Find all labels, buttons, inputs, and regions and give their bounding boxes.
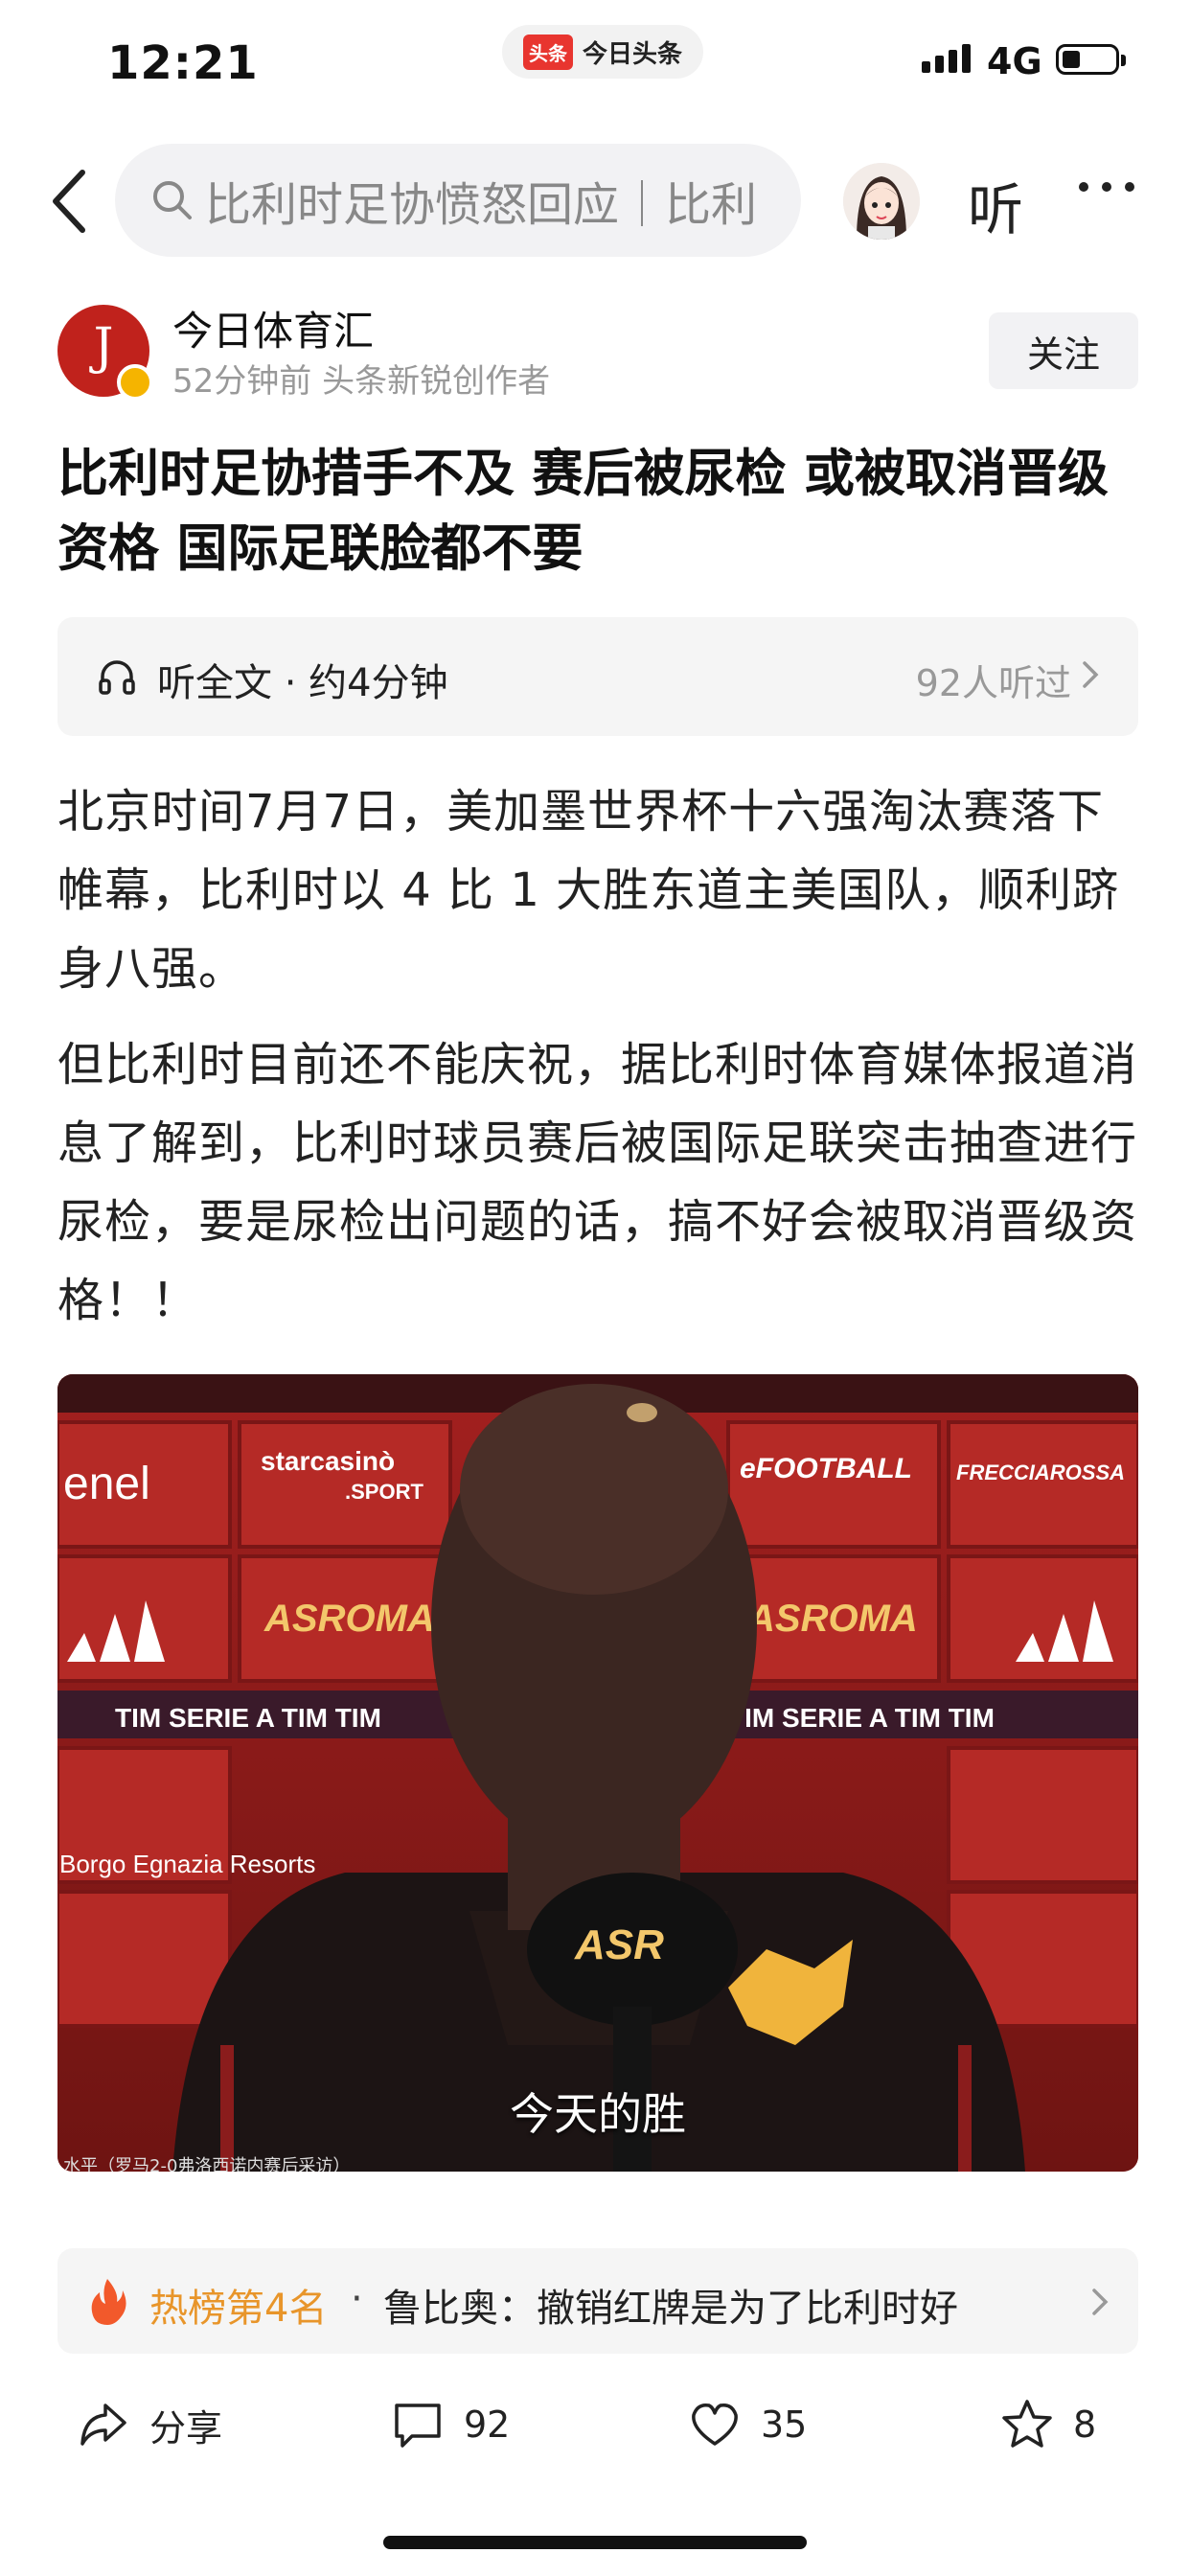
search-query: 比利时足协愤怒回应｜比利	[205, 178, 758, 232]
article-image[interactable]: enel starcasinò .SPORT eFOOTBALL FRECCIA…	[57, 1374, 1138, 2172]
chevron-right-icon	[1092, 2288, 1109, 2315]
svg-text:ASR: ASR	[574, 1921, 664, 1968]
cellular-signal-icon	[922, 44, 971, 73]
hot-separator: ·	[351, 2277, 363, 2321]
svg-text:ASROMA: ASROMA	[263, 1598, 435, 1640]
share-icon	[80, 2404, 126, 2446]
listen-count: 92人听过	[915, 662, 1071, 704]
press-conference-photo: enel starcasinò .SPORT eFOOTBALL FRECCIA…	[57, 1374, 1138, 2172]
author-avatar[interactable]: J	[57, 305, 153, 401]
article-paragraph: 北京时间7月7日，美加墨世界杯十六强淘汰赛落下帷幕，比利时以 4 比 1 大胜东…	[57, 785, 1120, 996]
svg-text:Borgo Egnazia Resorts: Borgo Egnazia Resorts	[59, 1850, 315, 1878]
status-bar: 12:21 头条 今日头条 4G	[0, 0, 1190, 125]
svg-text:ASROMA: ASROMA	[746, 1598, 918, 1640]
follow-button[interactable]: 关注	[989, 312, 1138, 389]
back-arrow-icon[interactable]	[44, 165, 102, 238]
svg-text:TIM SERIE A TIM TIM: TIM SERIE A TIM TIM	[728, 1703, 995, 1733]
status-time: 12:21	[107, 36, 259, 90]
article-title: 比利时足协措手不及 赛后被尿检 或被取消晋级资格 国际足联脸都不要	[57, 445, 1109, 578]
network-type: 4G	[987, 40, 1042, 82]
favorite-count: 8	[1073, 2404, 1097, 2446]
app-badge: 头条 今日头条	[502, 25, 704, 79]
headphone-icon	[99, 660, 135, 695]
image-credit: 水平（罗马2-0弗洛西诺内赛后采访）	[63, 2156, 351, 2172]
listen-button[interactable]: 听	[968, 165, 1023, 245]
hot-list-bar[interactable]: 热榜第4名 · 鲁比奥：撤销红牌是为了比利时好	[57, 2248, 1138, 2354]
app-logo: 头条	[523, 34, 573, 70]
star-icon	[1002, 2400, 1052, 2448]
svg-text:FRECCIAROSSA: FRECCIAROSSA	[956, 1460, 1125, 1484]
share-button[interactable]: 分享	[77, 2398, 222, 2451]
svg-text:starcasinò: starcasinò	[261, 1446, 395, 1476]
app-name: 今日头条	[583, 39, 683, 69]
favorite-button[interactable]: 8	[1000, 2398, 1096, 2451]
svg-text:.SPORT: .SPORT	[345, 1480, 423, 1504]
fire-icon	[91, 2279, 126, 2325]
more-options-icon[interactable]	[1079, 182, 1134, 192]
listen-label: 听全文 · 约4分钟	[157, 661, 448, 705]
video-subtitle: 今天的胜	[510, 2088, 686, 2140]
share-label: 分享	[149, 2406, 223, 2450]
comment-count: 92	[464, 2404, 511, 2446]
svg-text:enel: enel	[63, 1459, 150, 1509]
like-button[interactable]: 35	[688, 2398, 807, 2451]
author-meta: 52分钟前 头条新锐创作者	[172, 362, 551, 401]
action-bar: 分享 92 35 8	[0, 2380, 1190, 2476]
hot-headline: 鲁比奥：撤销红牌是为了比利时好	[383, 2287, 958, 2331]
search-icon	[153, 181, 192, 219]
comment-icon	[395, 2404, 441, 2448]
cartoon-avatar-icon	[843, 163, 920, 240]
battery-icon	[1056, 44, 1126, 75]
search-input[interactable]: 比利时足协愤怒回应｜比利	[115, 144, 801, 257]
listen-full-text-bar[interactable]: 听全文 · 约4分钟 92人听过	[57, 617, 1138, 736]
article-paragraph: 但比利时目前还不能庆祝，据比利时体育媒体报道消息了解到，比利时球员赛后被国际足联…	[57, 1038, 1138, 1327]
hot-rank: 热榜第4名	[149, 2287, 328, 2331]
home-indicator[interactable]	[383, 2536, 807, 2549]
author-name[interactable]: 今日体育汇	[172, 299, 374, 357]
chevron-right-icon	[1083, 661, 1099, 688]
like-count: 35	[761, 2404, 808, 2446]
user-avatar[interactable]	[843, 163, 920, 240]
svg-text:TIM SERIE A TIM TIM: TIM SERIE A TIM TIM	[115, 1703, 381, 1733]
heart-icon	[692, 2403, 738, 2446]
svg-text:eFOOTBALL: eFOOTBALL	[740, 1453, 912, 1484]
verified-badge-icon	[117, 364, 153, 401]
comment-button[interactable]: 92	[391, 2398, 510, 2451]
